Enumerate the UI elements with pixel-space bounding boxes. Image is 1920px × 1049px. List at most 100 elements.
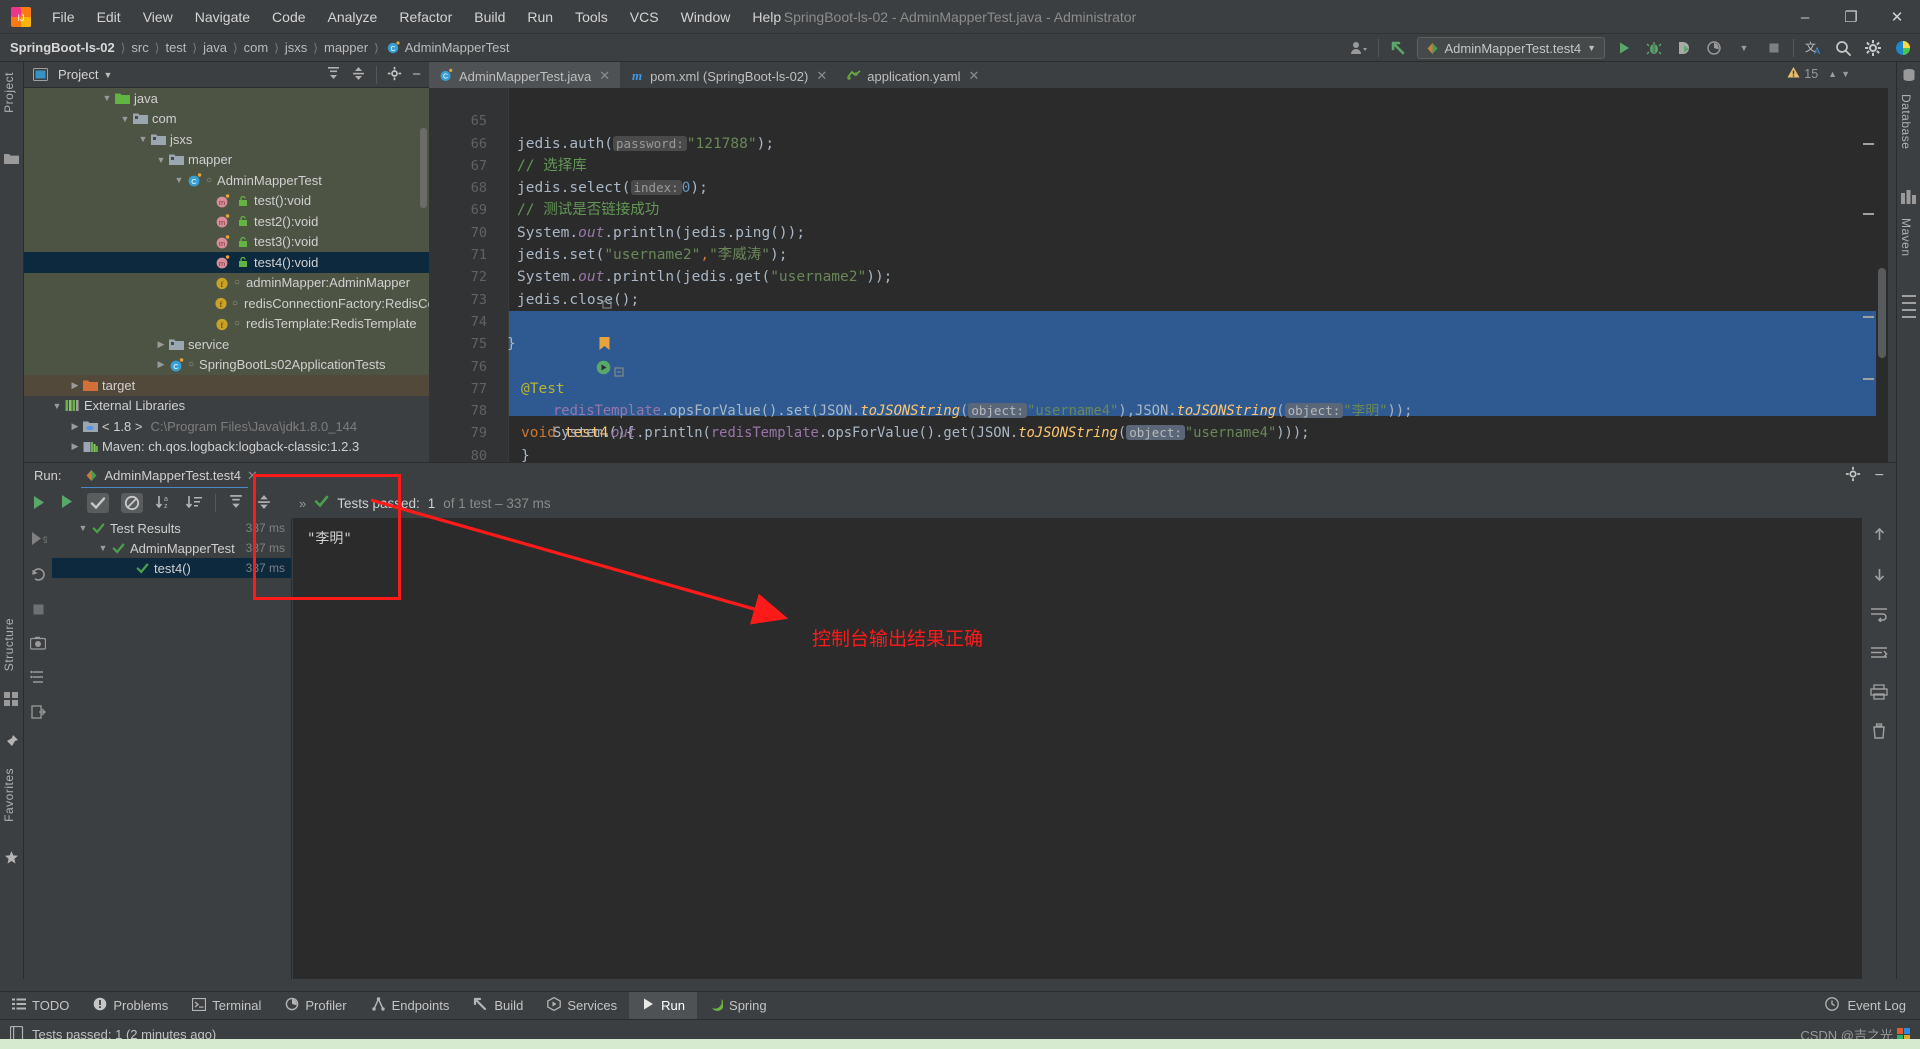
close-icon[interactable]: ✕ — [247, 468, 258, 484]
chevron-right-icon[interactable]: ▶ — [68, 421, 82, 432]
tree-item-springbootls02applicationtests[interactable]: ▶ C ○ SpringBootLs02ApplicationTests — [24, 355, 429, 376]
scroll-up-icon[interactable] — [1871, 526, 1888, 546]
editor-scrollbar[interactable] — [1876, 88, 1888, 462]
scroll-to-end-icon[interactable] — [1870, 645, 1888, 664]
tool-window-structure[interactable]: Structure — [2, 612, 16, 677]
breadcrumb-project[interactable]: SpringBoot-ls-02 — [10, 40, 115, 55]
chevron-right-icon[interactable]: ▶ — [154, 339, 168, 350]
sort-alphabetically-icon[interactable]: az — [155, 494, 173, 513]
event-log-label[interactable]: Event Log — [1847, 998, 1906, 1013]
editor-scrollbar-thumb[interactable] — [1878, 268, 1886, 358]
gear-icon[interactable] — [387, 66, 402, 84]
test-tree-method[interactable]: test4() 337 ms — [52, 558, 291, 578]
tree-item-test[interactable]: m test():void — [24, 191, 429, 212]
error-stripe-mark[interactable] — [1863, 316, 1874, 318]
console-output[interactable]: "李明" — [293, 518, 1896, 979]
tree-item-test2[interactable]: m test2():void — [24, 211, 429, 232]
tool-window-favorites[interactable]: Favorites — [2, 762, 16, 828]
close-button[interactable]: ✕ — [1874, 0, 1920, 34]
hide-panel-icon[interactable]: − — [1875, 467, 1884, 483]
sort-by-duration-icon[interactable] — [185, 494, 203, 513]
menu-edit[interactable]: Edit — [87, 6, 131, 28]
tree-item-service[interactable]: ▶ service — [24, 334, 429, 355]
chevron-down-icon[interactable]: ▼ — [154, 155, 168, 165]
menu-file[interactable]: File — [42, 6, 85, 28]
menu-run[interactable]: Run — [517, 6, 563, 28]
menu-navigate[interactable]: Navigate — [185, 6, 260, 28]
menu-build[interactable]: Build — [464, 6, 515, 28]
tree-item-test4[interactable]: m test4():void — [24, 252, 429, 273]
chevron-right-icon[interactable]: ▶ — [154, 359, 168, 370]
screenshot-icon[interactable] — [29, 636, 47, 653]
vcs-update-icon[interactable] — [1387, 37, 1409, 59]
expand-all-icon[interactable] — [228, 494, 244, 513]
chevron-right-icon[interactable]: ▶ — [68, 380, 82, 391]
tree-item-external-libraries[interactable]: ▼ External Libraries — [24, 395, 429, 416]
stop-icon[interactable] — [31, 602, 46, 620]
collapse-all-icon[interactable] — [351, 66, 366, 84]
tree-item-redisconnectionfactory-field[interactable]: f ○ redisConnectionFactory:RedisCon — [24, 293, 429, 314]
error-stripe-mark[interactable] — [1863, 378, 1874, 380]
gear-icon[interactable] — [1845, 466, 1861, 485]
soft-wrap-icon[interactable] — [1870, 606, 1888, 625]
tree-item-mapper[interactable]: ▼ mapper — [24, 150, 429, 171]
tree-item-test3[interactable]: m test3():void — [24, 232, 429, 253]
chevron-down-icon[interactable]: ▼ — [103, 70, 112, 80]
breadcrumb-test[interactable]: test — [165, 40, 186, 55]
menu-tools[interactable]: Tools — [565, 6, 618, 28]
toggle-auto-test-icon[interactable] — [30, 566, 47, 586]
expand-all-icon[interactable] — [326, 66, 341, 84]
breadcrumb-class[interactable]: AdminMapperTest — [405, 40, 510, 55]
pin-icon[interactable] — [4, 734, 19, 752]
tool-button-problems[interactable]: Problems — [81, 992, 180, 1020]
tree-item-redistemplate-field[interactable]: f ○ redisTemplate:RedisTemplate — [24, 314, 429, 335]
close-icon[interactable]: ✕ — [599, 68, 610, 84]
tab-pom-xml[interactable]: m pom.xml (SpringBoot-ls-02) ✕ — [620, 62, 837, 88]
debug-icon[interactable] — [1643, 37, 1665, 59]
menu-view[interactable]: View — [133, 6, 183, 28]
chevron-down-icon[interactable]: ▼ — [50, 401, 64, 411]
test-tree-class[interactable]: ▼ AdminMapperTest 337 ms — [52, 538, 291, 558]
tree-item-adminmappertest[interactable]: ▼ C ○ AdminMapperTest — [24, 170, 429, 191]
tool-button-todo[interactable]: TODO — [0, 992, 81, 1020]
breadcrumb-java[interactable]: java — [203, 40, 227, 55]
settings-icon[interactable] — [1862, 37, 1884, 59]
inspection-widget[interactable]: 15 ▲ ▼ — [1787, 66, 1850, 82]
tool-button-services[interactable]: Services — [535, 992, 629, 1020]
idea-plugin-icon[interactable] — [1892, 37, 1914, 59]
tab-application-yaml[interactable]: application.yaml ✕ — [837, 62, 989, 88]
collapse-all-icon[interactable] — [256, 494, 272, 513]
tree-item-com[interactable]: ▼ com — [24, 109, 429, 130]
rerun-icon[interactable] — [30, 494, 47, 514]
error-stripe-mark[interactable] — [1863, 143, 1874, 145]
project-tree-scrollbar[interactable] — [420, 128, 427, 208]
code-editor[interactable]: 65 jedis.auth(password: "121788"); 66 // … — [429, 88, 1888, 462]
tree-item-adminmapper-field[interactable]: f ○ adminMapper:AdminMapper — [24, 273, 429, 294]
menu-refactor[interactable]: Refactor — [389, 6, 462, 28]
menu-analyze[interactable]: Analyze — [318, 6, 388, 28]
chevron-down-icon[interactable]: ▼ — [1841, 69, 1850, 79]
chevron-down-icon[interactable]: ▼ — [76, 523, 90, 533]
chevron-down-icon[interactable]: ▼ — [100, 93, 114, 103]
menu-help[interactable]: Help — [742, 6, 791, 28]
tree-item-jdk[interactable]: ▶ < 1.8 > C:\Program Files\Java\jdk1.8.0… — [24, 416, 429, 437]
chevron-down-icon[interactable]: ▼ — [1733, 37, 1755, 59]
tool-button-run[interactable]: Run — [629, 991, 698, 1020]
tree-item-java[interactable]: ▼ java — [24, 88, 429, 109]
run-icon[interactable] — [1613, 37, 1635, 59]
more-icon[interactable]: » — [299, 496, 306, 511]
run-tab-adminmappertest-test4[interactable]: AdminMapperTest.test4 ✕ — [81, 463, 261, 489]
breadcrumb-com[interactable]: com — [244, 40, 269, 55]
stop-icon[interactable] — [1763, 37, 1785, 59]
minimize-button[interactable]: – — [1782, 0, 1828, 34]
hide-panel-icon[interactable]: − — [412, 67, 421, 82]
run-coverage-icon[interactable] — [1673, 37, 1695, 59]
trash-icon[interactable] — [1871, 723, 1887, 742]
close-icon[interactable]: ✕ — [968, 68, 979, 84]
print-icon[interactable] — [1870, 684, 1888, 703]
breadcrumb-mapper[interactable]: mapper — [324, 40, 368, 55]
rerun-failed-icon[interactable]: 9 — [30, 530, 48, 550]
tool-window-maven[interactable]: Maven — [1899, 212, 1913, 263]
profiler-icon[interactable] — [1703, 37, 1725, 59]
chevron-down-icon[interactable]: ▼ — [96, 543, 110, 553]
